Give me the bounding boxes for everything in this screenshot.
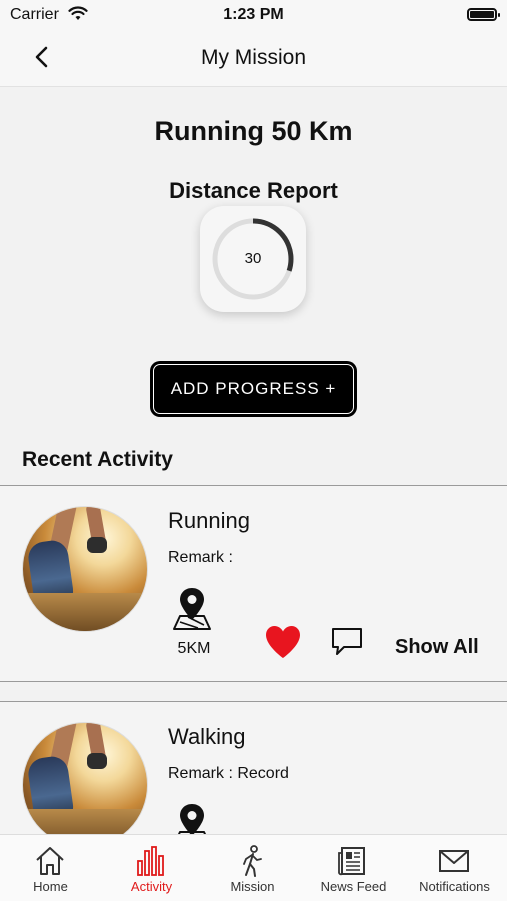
activity-remark: Remark : Record (168, 765, 289, 782)
activity-chart-icon (137, 846, 164, 876)
activity-distance: 5KM (177, 640, 211, 657)
home-icon (36, 847, 64, 875)
activity-remark: Remark : (168, 549, 233, 566)
add-progress-button[interactable]: ADD PROGRESS + (150, 361, 357, 417)
status-bar: Carrier 1:23 PM (0, 0, 507, 30)
distance-report-title: Distance Report (169, 178, 338, 203)
tab-activity-label: Activity (130, 879, 173, 894)
tab-news-feed-label: News Feed (320, 879, 387, 894)
like-button[interactable] (264, 624, 302, 665)
page-title: My Mission (200, 46, 306, 69)
tab-home[interactable]: Home (0, 835, 101, 901)
activity-name: Running (168, 508, 250, 533)
comment-button[interactable] (330, 626, 364, 663)
tab-bar: Home Activity Mission News Feed Notifica… (0, 834, 507, 901)
tab-news-feed[interactable]: News Feed (303, 835, 404, 901)
tab-mission-label: Mission (230, 879, 275, 894)
activity-photo (22, 506, 148, 632)
progress-value: 30 (244, 250, 262, 267)
comment-icon (332, 628, 362, 655)
progress-ring-card: 30 (200, 206, 306, 312)
navigation-bar: My Mission (0, 30, 507, 87)
battery-icon (467, 8, 500, 21)
tab-activity[interactable]: Activity (101, 835, 202, 901)
heart-icon (266, 626, 300, 658)
activity-name: Walking (168, 724, 246, 749)
status-time: 1:23 PM (223, 6, 284, 23)
add-progress-label: ADD PROGRESS + (153, 364, 354, 414)
tab-notifications[interactable]: Notifications (404, 835, 505, 901)
show-all-link[interactable]: Show All (395, 636, 479, 659)
tab-home-label: Home (33, 879, 68, 894)
walking-person-icon (243, 845, 262, 877)
tab-notifications-label: Notifications (419, 879, 490, 894)
activity-card-running[interactable]: Running Remark : 5KM Show All (0, 486, 507, 682)
tab-mission[interactable]: Mission (202, 835, 303, 901)
mail-icon (439, 850, 469, 872)
activity-photo (22, 722, 148, 848)
newspaper-icon (338, 847, 365, 876)
recent-activity-title: Recent Activity (22, 448, 173, 471)
divider (0, 681, 507, 682)
map-pin-icon (173, 588, 211, 630)
mission-title: Running 50 Km (154, 116, 353, 146)
